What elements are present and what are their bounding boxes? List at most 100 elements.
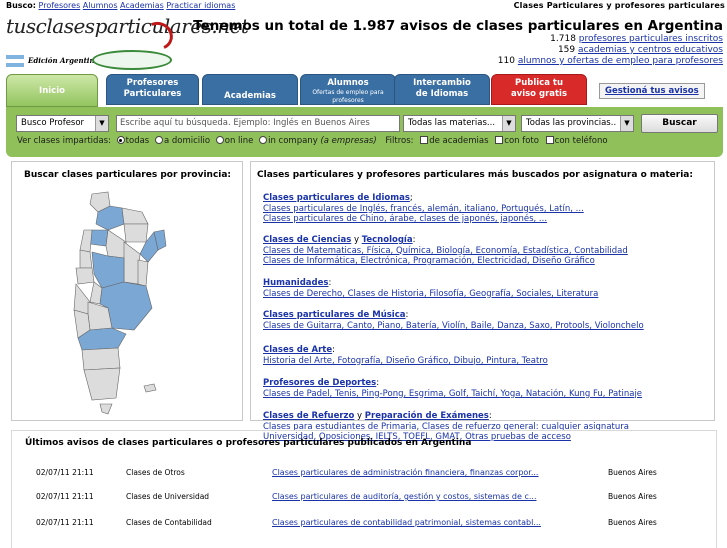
ad-row: 02/07/11 21:11 Clases de Otros Clases part…: [12, 467, 716, 479]
radio-domicilio[interactable]: [154, 136, 163, 144]
link-alumnos[interactable]: Alumnos: [83, 1, 118, 10]
check-foto[interactable]: [495, 136, 504, 144]
link-academias[interactable]: Academias: [120, 1, 164, 10]
materias-select[interactable]: Todas las materias... ▼: [403, 115, 516, 132]
province-panel: Buscar clases particulares por provincia…: [11, 161, 243, 421]
province-tierra-del-fuego: [99, 403, 113, 415]
ad-category: Clases de Otros: [126, 468, 185, 477]
check-academias[interactable]: [420, 136, 429, 144]
category-block: Profesores de Deportes: Clases de Padel, …: [263, 378, 713, 399]
category-block: Clases de Arte: Historia del Arte, Fotogr…: [263, 345, 713, 366]
province-santa-fe: [123, 241, 141, 285]
ad-row: 02/07/11 21:11 Clases de Contabilidad Clas…: [12, 517, 716, 529]
province-santiago: [105, 229, 127, 259]
province-chubut: [81, 347, 121, 371]
tab-alumnos[interactable]: Alumnos Ofertas de empleo para profesores: [300, 74, 396, 105]
category-link[interactable]: Clases de Ciencias: [263, 235, 351, 245]
category-link[interactable]: Humanidades: [263, 278, 328, 288]
tab-label: Alumnos: [327, 78, 369, 88]
stat-link[interactable]: profesores particulares inscritos: [579, 34, 723, 44]
top-bar: Busco: Profesores Alumnos Academias Prac…: [0, 0, 727, 12]
category-link[interactable]: Tecnología: [362, 235, 413, 245]
radio-label: a domicilio: [163, 136, 211, 146]
radio-label: on line: [224, 136, 254, 146]
ad-date: 02/07/11 21:11: [36, 492, 94, 501]
subject-links-line[interactable]: Clases de Matematicas, Física, Química, …: [263, 246, 713, 257]
ad-date: 02/07/11 21:11: [36, 518, 94, 527]
category-separator: y: [351, 235, 362, 245]
tab-sublabel: Ofertas de empleo para profesores: [312, 89, 384, 104]
category-link[interactable]: Profesores de Deportes: [263, 378, 376, 388]
category-block: Clases particulares de Música: Clases de …: [263, 310, 713, 331]
category-block: Clases de Ciencias y Tecnología: Clases d…: [263, 235, 713, 267]
check-label: de academias: [429, 136, 489, 146]
subject-links-line[interactable]: Clases de Guitarra, Canto, Piano, Baterí…: [263, 321, 713, 332]
stat-link[interactable]: academias y centros educativos: [578, 45, 723, 55]
subject-links-line[interactable]: Clases de Derecho, Clases de Historia, F…: [263, 289, 713, 300]
check-label: con teléfono: [554, 136, 608, 146]
radio-in-company[interactable]: [259, 136, 268, 144]
manage-ads-link[interactable]: Gestioná tus avisos: [599, 83, 705, 99]
site-tagline: Clases Particulares y profesores particu…: [513, 1, 725, 10]
subject-links-line[interactable]: Clases de Padel, Tenis, Ping-Pong, Esgri…: [263, 389, 713, 400]
subject-links-line[interactable]: Clases de Informática, Electrónica, Prog…: [263, 256, 713, 267]
subject-links-line[interactable]: Historia del Arte, Fotografía, Diseño Gr…: [263, 356, 713, 367]
argentina-map[interactable]: [72, 190, 167, 415]
category-link[interactable]: Clases particulares de Música: [263, 310, 406, 320]
provincias-select[interactable]: Todas las provincias.. ▼: [521, 115, 634, 132]
category-heading: Humanidades:: [263, 278, 713, 289]
latest-ads-panel: Últimos avisos de clases particulares o …: [11, 430, 717, 548]
subject-links-line[interactable]: Clases particulares de Inglés, francés, …: [263, 204, 713, 215]
islas-malvinas: [143, 383, 157, 393]
ad-title-link[interactable]: Clases particulares de contabilidad patr…: [272, 517, 555, 529]
tab-profesores[interactable]: Profesores Particulares: [106, 74, 199, 105]
filtros-label: Filtros:: [385, 136, 414, 146]
search-button[interactable]: Buscar: [641, 114, 718, 133]
province-la-rioja: [79, 249, 93, 269]
ad-location: Buenos Aires: [608, 492, 657, 501]
ad-title-link[interactable]: Clases particulares de auditoría, gestió…: [272, 491, 555, 503]
category-link[interactable]: Clases de Arte: [263, 345, 332, 355]
category-punct: :: [328, 278, 332, 288]
latest-ads-title: Últimos avisos de clases particulares o …: [25, 438, 472, 448]
stat-number: 159: [557, 45, 576, 55]
page-title: Tenemos un total de 1.987 avisos de clas…: [193, 18, 723, 34]
category-heading: Clases particulares de Idiomas;: [263, 193, 713, 204]
subject-links-line[interactable]: Clases particulares de Chino, árabe, cla…: [263, 214, 713, 225]
category-link[interactable]: Preparación de Exámenes: [365, 411, 489, 421]
province-mendoza: [73, 283, 91, 315]
stat-number: 1.718: [550, 34, 576, 44]
filters-row: Ver clases impartidas: todas a domicilio…: [17, 136, 608, 146]
search-bar: Busco Profesor ▼ Escribe aquí tu búsqueda…: [6, 107, 723, 157]
chevron-down-icon: ▼: [95, 116, 108, 131]
argentina-flag-icon: [6, 55, 24, 67]
category-heading: Clases particulares de Música:: [263, 310, 713, 321]
ad-location: Buenos Aires: [608, 468, 657, 477]
tab-inicio[interactable]: Inicio: [6, 74, 98, 107]
category-block: Humanidades: Clases de Derecho, Clases de…: [263, 278, 713, 299]
category-link[interactable]: Clases de Refuerzo: [263, 411, 354, 421]
tab-academias[interactable]: Academias: [202, 74, 298, 105]
stat-number: 110: [497, 56, 515, 66]
category-heading: Clases de Refuerzo y Preparación de Exám…: [263, 411, 713, 422]
tab-publica[interactable]: Publica tu aviso gratis: [491, 74, 587, 105]
province-tucuman: [89, 229, 109, 247]
select-value: Busco Profesor: [21, 118, 85, 128]
link-practicar-idiomas[interactable]: Practicar idiomas: [166, 1, 235, 10]
search-type-select[interactable]: Busco Profesor ▼: [16, 115, 109, 132]
edition-label: Edición Argentina: [28, 56, 100, 65]
search-input[interactable]: Escribe aquí tu búsqueda. Ejemplo: Inglé…: [116, 115, 400, 132]
in-company-note: (a empresas): [320, 136, 377, 146]
ad-title-link[interactable]: Clases particulares de administración fi…: [272, 467, 555, 479]
radio-online[interactable]: [215, 136, 224, 144]
ver-label: Ver clases impartidas:: [17, 136, 111, 146]
link-profesores[interactable]: Profesores: [39, 1, 81, 10]
check-telefono[interactable]: [545, 136, 554, 144]
province-entre-rios: [137, 259, 149, 287]
radio-todas[interactable]: [116, 136, 125, 144]
category-link[interactable]: Clases particulares de Idiomas: [263, 193, 410, 203]
province-catamarca: [79, 229, 93, 253]
stat-link[interactable]: alumnos y ofertas de empleo para profeso…: [518, 56, 723, 66]
category-separator: y: [354, 411, 365, 421]
tab-intercambio[interactable]: Intercambio de Idiomas: [394, 74, 490, 105]
